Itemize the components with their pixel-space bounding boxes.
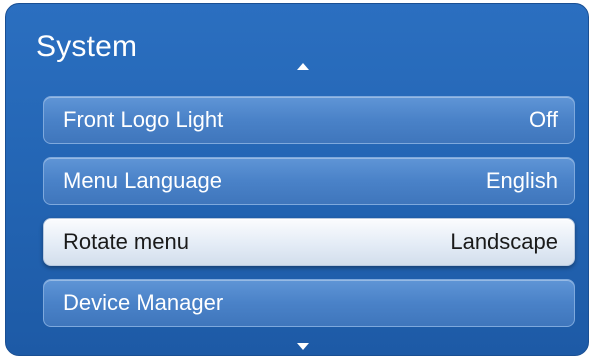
menu-item-value: Off xyxy=(529,107,558,132)
menu-item-label: Rotate menu xyxy=(63,229,189,254)
scroll-down-icon[interactable] xyxy=(297,343,309,350)
menu-item-front-logo-light[interactable]: Front Logo Light Off xyxy=(43,96,575,144)
menu-item-rotate-menu[interactable]: Rotate menu Landscape xyxy=(43,218,575,266)
menu-item-menu-language[interactable]: Menu Language English xyxy=(43,157,575,205)
menu-item-device-manager[interactable]: Device Manager xyxy=(43,279,575,327)
menu-item-label: Device Manager xyxy=(63,290,224,315)
menu-item-label: Menu Language xyxy=(63,168,223,193)
scroll-up-icon[interactable] xyxy=(297,63,309,70)
system-menu-panel: System Front Logo Light Off Menu Languag… xyxy=(5,3,589,356)
menu-title: System xyxy=(36,30,138,63)
menu-item-value: English xyxy=(485,168,558,193)
menu-item-value: Landscape xyxy=(450,229,558,254)
menu-item-label: Front Logo Light xyxy=(63,107,224,132)
